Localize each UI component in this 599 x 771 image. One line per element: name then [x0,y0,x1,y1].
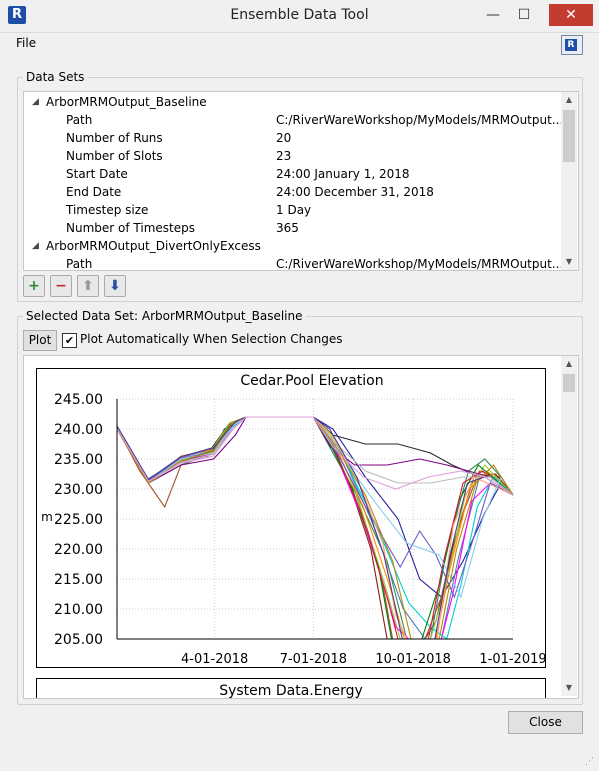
tree-value: 24:00 December 31, 2018 [276,185,434,199]
series-line-13 [116,416,514,640]
y-tick-label: 210.00 [54,602,103,618]
series-line-1 [116,416,514,598]
x-tick-label: 4-01-2018 [181,652,248,667]
chart-frame: Cedar.Pool Elevation m 245.00 240.00 235.0… [36,368,547,668]
series-line-12 [116,416,514,640]
y-tick-label: 235.00 [54,452,103,468]
tree-key: Number of Timesteps [66,221,195,235]
tree-value: 20 [276,131,292,145]
series-line-3 [116,416,514,640]
tree-row[interactable]: End Date 24:00 December 31, 2018 [24,183,560,201]
series-line-4 [116,416,514,640]
tree-row[interactable]: Number of Runs 20 [24,129,560,147]
x-tick-label: 10-01-2018 [375,652,451,667]
resize-grip-icon[interactable]: ⋰ [585,757,595,767]
chart2-frame: System Data.Energy [36,678,546,699]
tree-row[interactable]: Number of Timesteps 365 [24,219,560,237]
chart-title: System Data.Energy [219,683,363,699]
y-tick-label: 215.00 [54,572,103,588]
scroll-down-icon[interactable]: ▼ [561,680,577,696]
close-window-button[interactable]: ✕ [549,4,593,26]
tree-key: End Date [66,185,122,199]
tree-group-row[interactable]: ◢ ArborMRMOutput_DivertOnlyExcess [24,237,560,255]
tree-value: C:/RiverWareWorkshop/MyModels/MRMOutput.… [276,113,564,127]
selected-dataset-title: Selected Data Set: ArborMRMOutput_Baseli… [23,309,306,323]
close-button[interactable]: Close [508,711,583,734]
series-line-6 [116,416,514,640]
x-tick-label: 1-01-2019 [479,652,545,667]
datasets-tree[interactable]: ◢ ArborMRMOutput_Baseline Path C:/RiverW… [23,91,579,271]
y-tick-label: 245.00 [54,392,103,408]
minimize-button[interactable]: — [479,4,507,26]
add-dataset-button[interactable]: + [23,275,45,297]
tree-row[interactable]: Number of Slots 23 [24,147,560,165]
series-line-9 [116,416,514,640]
tree-scrollbar[interactable]: ▲ ▼ [561,92,577,270]
y-axis-label: m [41,510,53,524]
series-line-17 [116,416,514,599]
tree-value: 23 [276,149,292,163]
series-line-5 [116,416,514,640]
y-tick-label: 220.00 [54,542,103,558]
energy-chart: System Data.Energy [219,683,363,699]
auto-plot-checkbox[interactable]: ✔ [62,333,77,348]
window-titlebar: R Ensemble Data Tool — ☐ ✕ [0,0,599,33]
tree-row[interactable]: Timestep size 1 Day [24,201,560,219]
plot-button[interactable]: Plot [23,330,57,351]
y-tick-label: 225.00 [54,512,103,528]
series-line-19 [116,416,514,640]
scroll-down-icon[interactable]: ▼ [561,254,577,270]
scroll-up-icon[interactable]: ▲ [561,92,577,108]
tree-value: 24:00 January 1, 2018 [276,167,410,181]
tree-key: Start Date [66,167,128,181]
maximize-button[interactable]: ☐ [510,4,538,26]
scroll-thumb[interactable] [563,374,575,392]
menubar: File R [6,33,593,55]
series-line-8 [116,416,514,640]
tree-key: Path [66,257,93,271]
scroll-up-icon[interactable]: ▲ [561,356,577,372]
riverware-help-icon[interactable]: R [561,35,583,55]
tree-row[interactable]: Path C:/RiverWareWorkshop/MyModels/MRMOu… [24,255,564,271]
y-tick-label: 230.00 [54,482,103,498]
y-tick-label: 205.00 [54,632,103,648]
auto-plot-label: Plot Automatically When Selection Change… [80,332,343,346]
tree-value: C:/RiverWareWorkshop/MyModels/MRMOutput.… [276,257,564,271]
collapse-arrow-icon[interactable]: ◢ [32,93,39,111]
plot-area[interactable]: Cedar.Pool Elevation m 245.00 240.00 235.0… [23,355,579,699]
riverware-logo-icon: R [565,39,577,51]
tree-value: 1 Day [276,203,312,217]
scroll-thumb[interactable] [563,110,575,162]
series-line-14 [116,416,514,599]
tree-key: Path [66,113,93,127]
x-tick-label: 7-01-2018 [280,652,347,667]
menu-file[interactable]: File [16,36,36,50]
move-down-button[interactable]: ⬇ [104,275,126,297]
tree-row[interactable]: Path C:/RiverWareWorkshop/MyModels/MRMOu… [24,111,564,129]
tree-key: Number of Slots [66,149,163,163]
move-up-button[interactable]: ⬆ [77,275,99,297]
collapse-arrow-icon[interactable]: ◢ [32,237,39,255]
dataset-name: ArborMRMOutput_Baseline [46,95,207,109]
remove-dataset-button[interactable]: − [50,275,72,297]
tree-row[interactable]: Start Date 24:00 January 1, 2018 [24,165,560,183]
tree-key: Timestep size [66,203,149,217]
chart-title: Cedar.Pool Elevation [240,373,383,389]
tree-group-row[interactable]: ◢ ArborMRMOutput_Baseline [24,93,560,111]
series-line-7 [116,416,514,640]
series-line-10 [116,416,514,640]
plot-scrollbar[interactable]: ▲ ▼ [561,356,577,696]
series-line-16 [116,416,514,640]
datasets-group-title: Data Sets [23,70,88,84]
series-line-18 [116,416,514,640]
dataset-name: ArborMRMOutput_DivertOnlyExcess [46,239,261,253]
tree-key: Number of Runs [66,131,163,145]
y-tick-label: 240.00 [54,422,103,438]
pool-elevation-chart: Cedar.Pool Elevation m 245.00 240.00 235.0… [41,373,546,667]
tree-value: 365 [276,221,299,235]
